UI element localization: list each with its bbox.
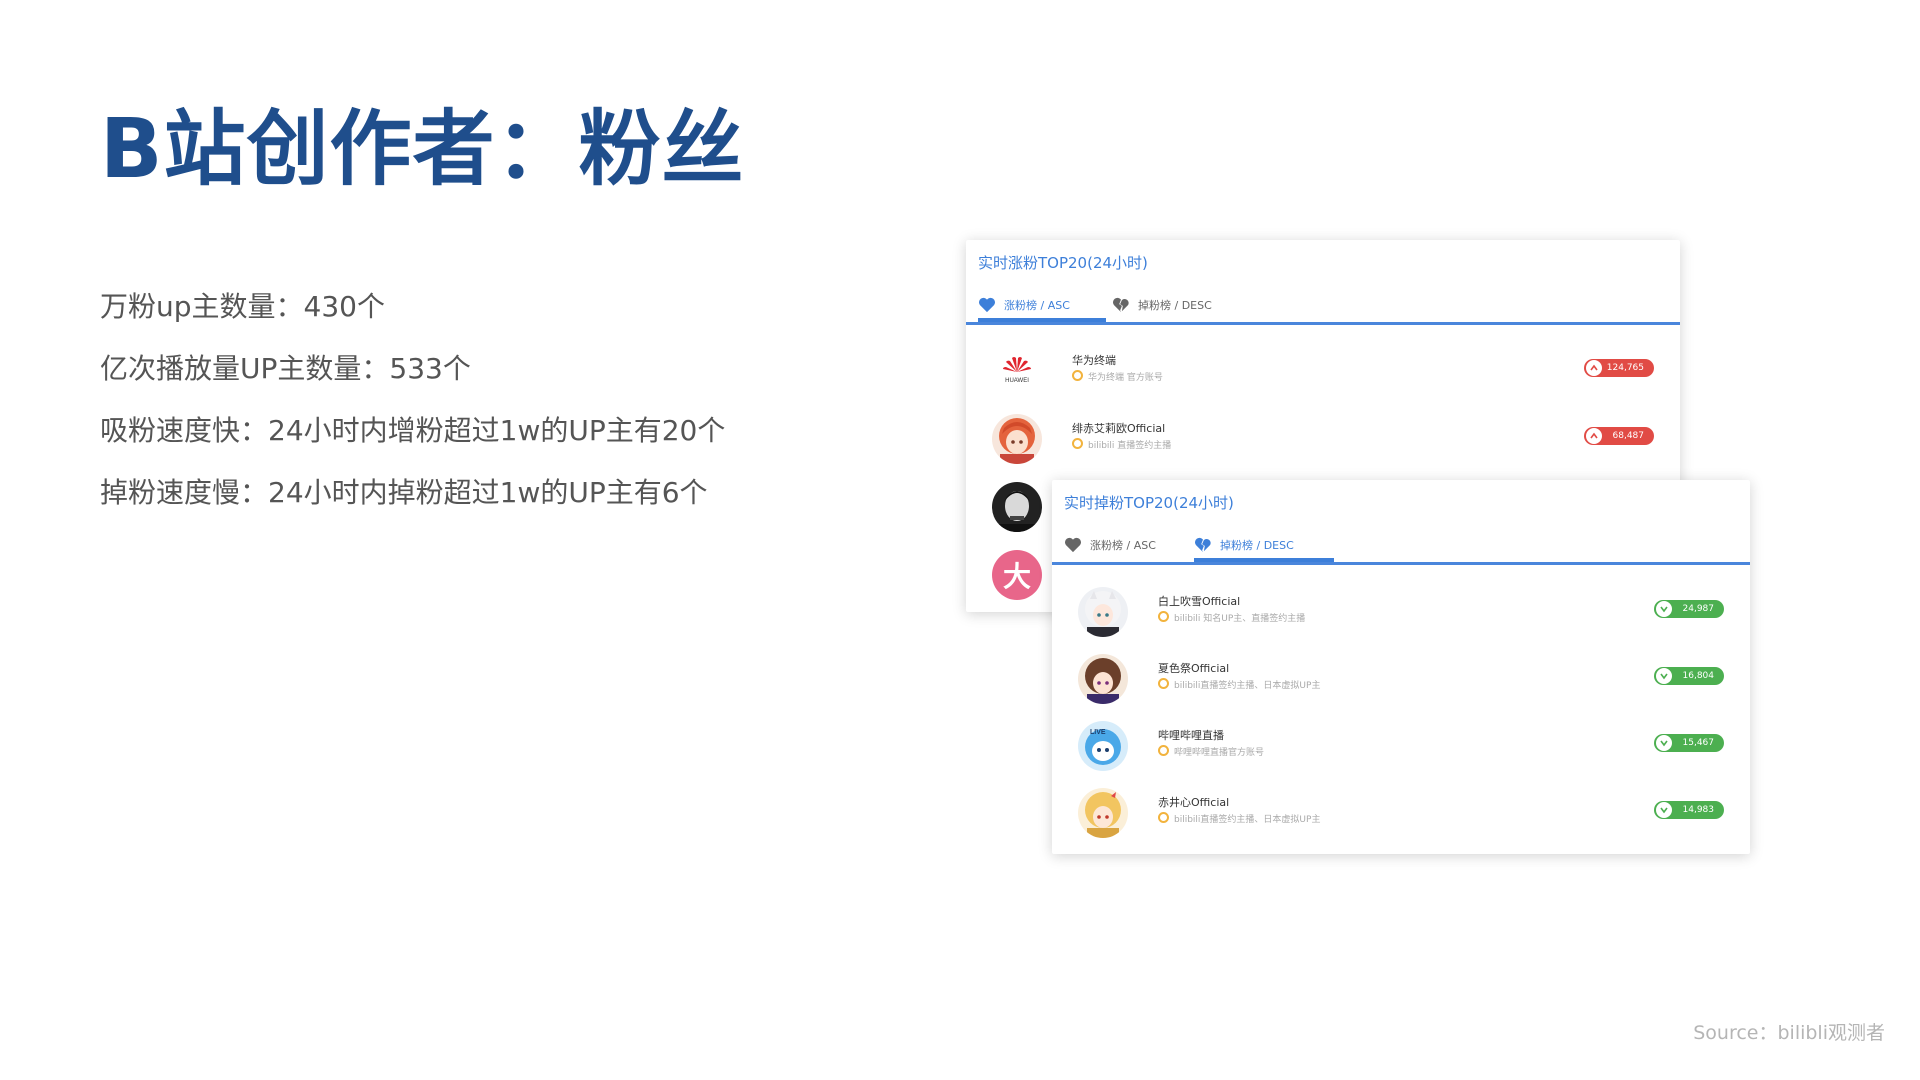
arrow-down-icon (1656, 668, 1672, 684)
anime-avatar-icon (992, 414, 1042, 464)
bullet-item: 万粉up主数量：430个 (100, 290, 385, 323)
tab-divider (1052, 562, 1750, 565)
ranking-row[interactable]: 赤井心Official bilibili直播签约主播、日本虚拟UP主 14,98… (1078, 784, 1724, 842)
gain-card-tabs: 涨粉榜 / ASC 掉粉榜 / DESC (966, 292, 1680, 322)
broken-heart-icon (1113, 297, 1129, 313)
arrow-down-icon (1656, 802, 1672, 818)
heart-icon (979, 297, 995, 313)
uploader-name: 夏色祭Official (1158, 662, 1230, 675)
arrow-up-icon (1586, 428, 1602, 444)
loss-count-badge: 15,467 (1654, 734, 1724, 752)
loss-count-badge: 24,987 (1654, 600, 1724, 618)
gain-card-title: 实时涨粉TOP20(24小时) (978, 254, 1148, 272)
loss-card-title: 实时掉粉TOP20(24小时) (1064, 494, 1234, 512)
bullet-item: 吸粉速度快：24小时内增粉超过1w的UP主有20个 (100, 414, 726, 447)
arrow-down-icon (1656, 735, 1672, 751)
ranking-row[interactable]: LIVE 哔哩哔哩直播 哔哩哔哩直播官方账号 15,467 (1078, 717, 1724, 775)
heart-icon (1065, 537, 1081, 553)
anime-avatar-icon (1078, 788, 1128, 838)
ranking-row[interactable]: 白上吹雪Official bilibili 知名UP主、直播签约主播 24,98… (1078, 583, 1724, 641)
uploader-desc: 哔哩哔哩直播官方账号 (1158, 745, 1264, 758)
tab-label: 涨粉榜 / ASC (1004, 299, 1070, 312)
uploader-desc: bilibili 知名UP主、直播签约主播 (1158, 611, 1305, 624)
portrait-avatar-icon (992, 482, 1042, 532)
anime-avatar-icon (1078, 587, 1128, 637)
gain-count-badge: 68,487 (1584, 427, 1654, 445)
badge-value: 16,804 (1682, 671, 1715, 681)
badge-value: 14,983 (1682, 805, 1715, 815)
gain-count-badge: 124,765 (1584, 359, 1654, 377)
uploader-desc: 华为终端 官方账号 (1072, 370, 1163, 383)
tab-divider (966, 322, 1680, 325)
svg-text:HUAWEI: HUAWEI (1005, 378, 1029, 384)
loss-count-badge: 16,804 (1654, 667, 1724, 685)
arrow-up-icon (1586, 360, 1602, 376)
tab-gain-asc[interactable]: 涨粉榜 / ASC (978, 292, 1106, 322)
loss-count-badge: 14,983 (1654, 801, 1724, 819)
uploader-name: 华为终端 (1072, 354, 1116, 367)
ranking-row[interactable]: HUAWEI 华为终端 华为终端 官方账号 124,765 (992, 342, 1654, 400)
uploader-desc: bilibili直播签约主播、日本虚拟UP主 (1158, 678, 1320, 691)
pink-circle-icon: 大 (992, 550, 1042, 600)
uploader-desc: bilibili直播签约主播、日本虚拟UP主 (1158, 812, 1320, 825)
ranking-row[interactable]: 绯赤艾莉欧Official bilibili 直播签约主播 68,487 (992, 410, 1654, 468)
badge-value: 24,987 (1682, 604, 1715, 614)
bullet-item: 亿次播放量UP主数量：533个 (100, 352, 471, 385)
tab-label: 掉粉榜 / DESC (1138, 299, 1212, 312)
bilibili-live-mascot-icon: LIVE (1078, 721, 1128, 771)
tab-loss-desc[interactable]: 掉粉榜 / DESC (1194, 532, 1334, 562)
loss-ranking-card: 实时掉粉TOP20(24小时) 涨粉榜 / ASC 掉粉榜 / DESC 白上吹… (1052, 480, 1750, 854)
arrow-down-icon (1656, 601, 1672, 617)
avatar-letter: 大 (1002, 560, 1031, 593)
badge-value: 124,765 (1606, 363, 1644, 373)
page-title: B站创作者：粉丝 (100, 102, 745, 197)
uploader-name: 哔哩哔哩直播 (1158, 729, 1224, 742)
tab-label: 掉粉榜 / DESC (1220, 539, 1294, 552)
badge-value: 68,487 (1612, 431, 1645, 441)
source-note: Source：bilibli观测者 (1693, 1022, 1885, 1044)
uploader-name: 绯赤艾莉欧Official (1072, 422, 1166, 435)
bullet-list: 万粉up主数量：430个 亿次播放量UP主数量：533个 吸粉速度快：24小时内… (100, 276, 725, 524)
bullet-item: 掉粉速度慢：24小时内掉粉超过1w的UP主有6个 (100, 476, 708, 509)
loss-card-tabs: 涨粉榜 / ASC 掉粉榜 / DESC (1052, 532, 1750, 562)
tab-loss-asc[interactable]: 涨粉榜 / ASC (1064, 532, 1192, 558)
svg-text:LIVE: LIVE (1090, 729, 1106, 736)
tab-label: 涨粉榜 / ASC (1090, 539, 1156, 552)
broken-heart-icon (1195, 537, 1211, 553)
uploader-name: 白上吹雪Official (1158, 595, 1241, 608)
badge-value: 15,467 (1682, 738, 1715, 748)
tab-gain-desc[interactable]: 掉粉榜 / DESC (1112, 292, 1252, 318)
huawei-logo-icon: HUAWEI (992, 346, 1042, 396)
uploader-desc: bilibili 直播签约主播 (1072, 438, 1171, 451)
anime-avatar-icon (1078, 654, 1128, 704)
ranking-row[interactable]: 夏色祭Official bilibili直播签约主播、日本虚拟UP主 16,80… (1078, 650, 1724, 708)
uploader-name: 赤井心Official (1158, 796, 1230, 809)
